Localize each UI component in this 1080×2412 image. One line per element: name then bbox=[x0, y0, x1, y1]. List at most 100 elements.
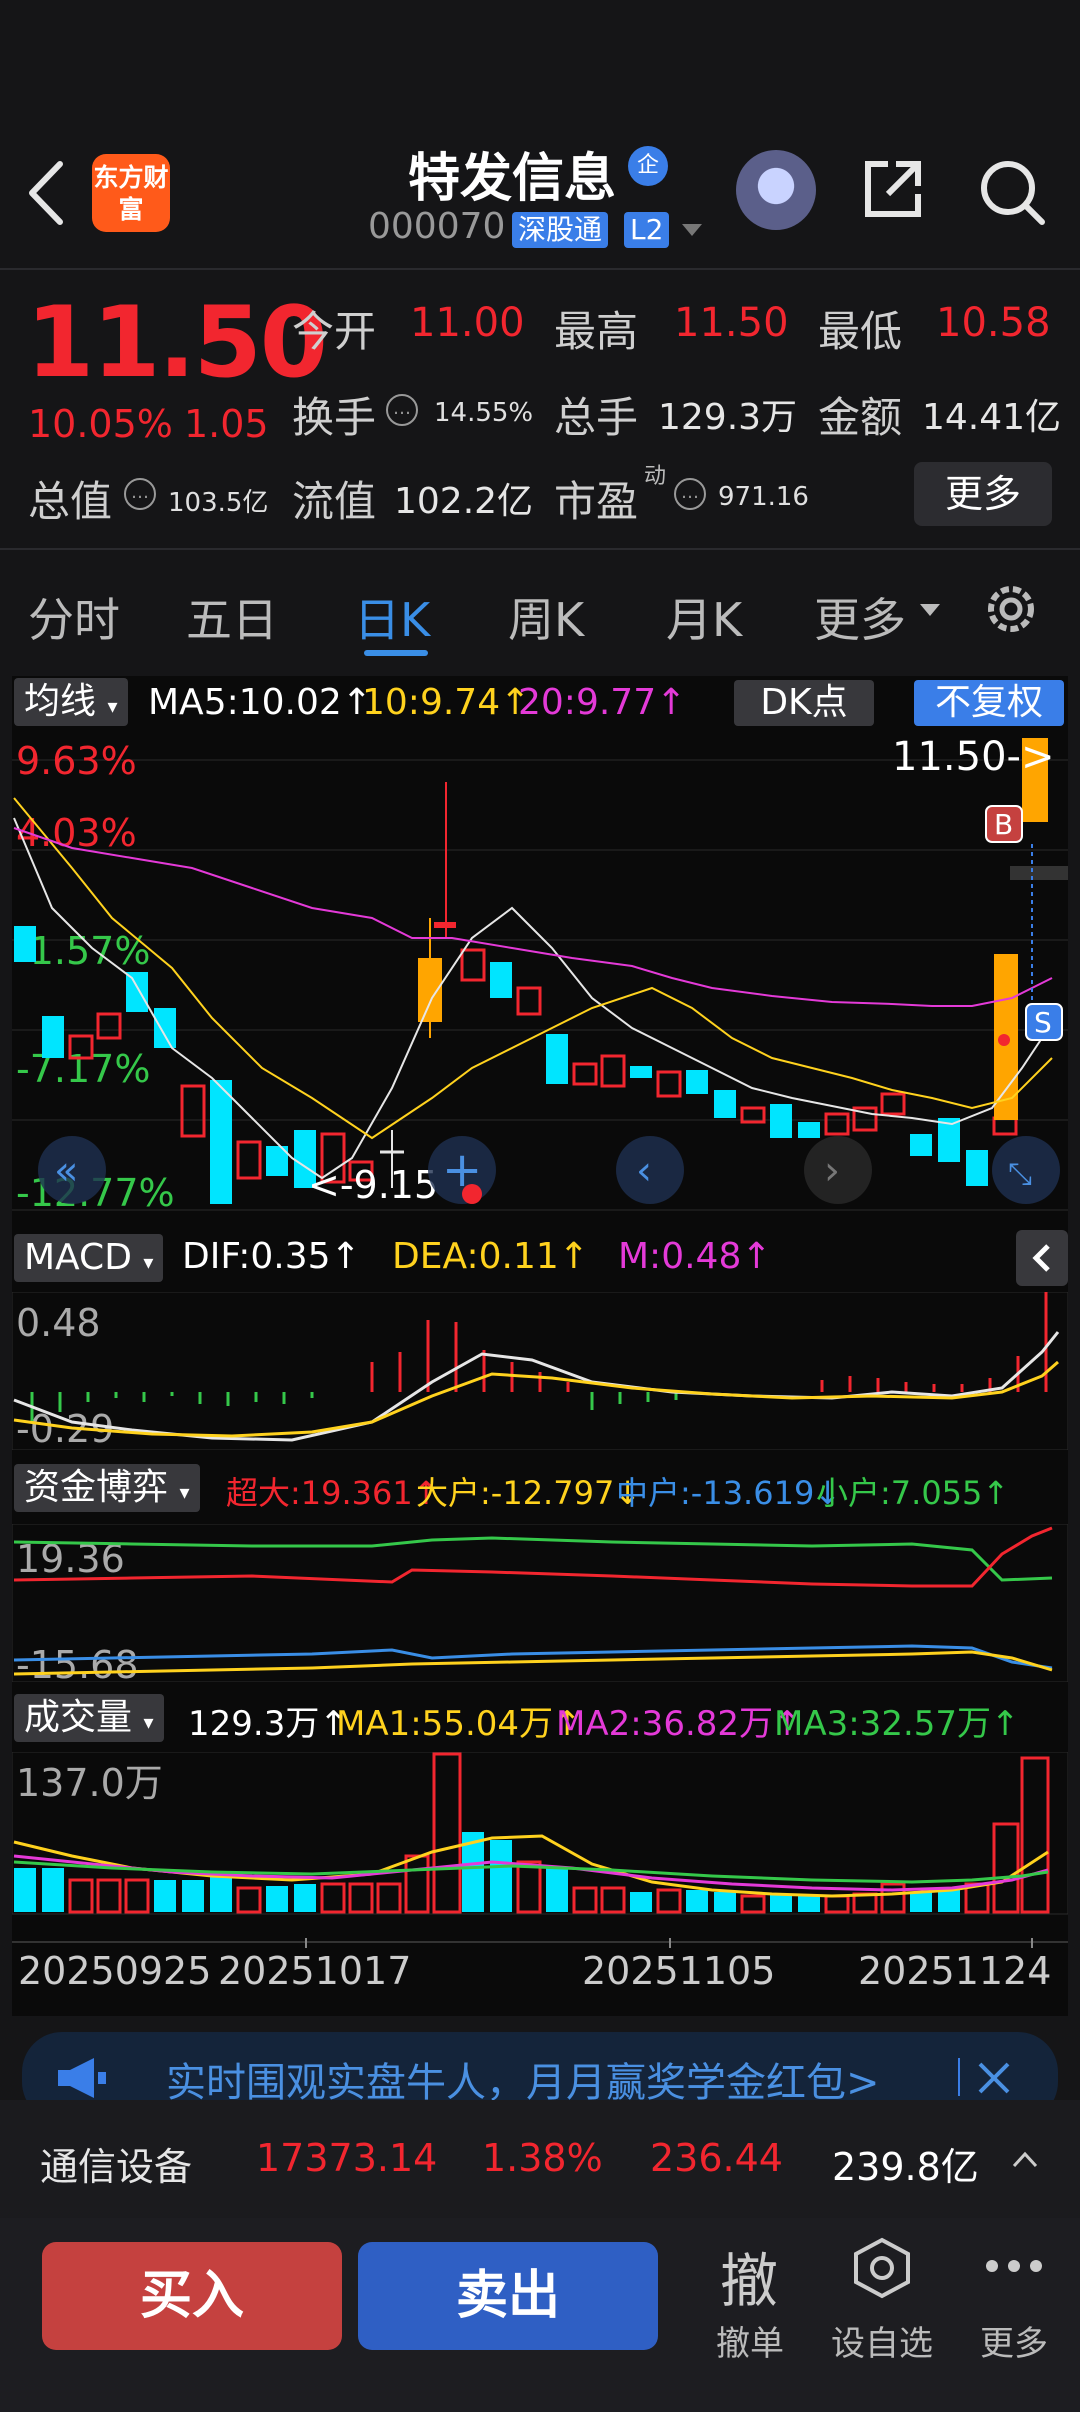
tab-monthly-k[interactable]: 月K bbox=[666, 584, 742, 650]
kline-chart[interactable]: 9.63% 4.03% -1.57% -7.17% -12.77% bbox=[12, 738, 1068, 1218]
svg-text:‹: ‹ bbox=[636, 1148, 652, 1194]
megaphone-icon bbox=[58, 2058, 106, 2098]
current-price: 11.50 bbox=[26, 286, 328, 400]
low-value: 10.58 bbox=[936, 300, 1051, 346]
pct-label-4: -7.17% bbox=[16, 1047, 150, 1091]
industry-change: 236.44 bbox=[650, 2136, 783, 2180]
volume-selector[interactable]: 成交量 ▾ bbox=[14, 1694, 164, 1742]
info-icon[interactable]: … bbox=[386, 394, 418, 426]
float-label: 流值 bbox=[292, 477, 377, 526]
back-icon[interactable] bbox=[26, 158, 66, 228]
connect-badge: 深股通 bbox=[512, 212, 609, 248]
float-value: 102.2亿 bbox=[394, 481, 534, 522]
pe-superscript: 动 bbox=[644, 464, 667, 489]
amount-label: 金额 bbox=[818, 393, 903, 442]
robot-avatar[interactable] bbox=[736, 150, 816, 230]
capital-chart[interactable]: 19.36 -15.68 bbox=[12, 1524, 1068, 1682]
candles bbox=[14, 738, 1068, 1204]
chevron-down-icon[interactable] bbox=[680, 218, 704, 242]
volume-ma2: MA2:36.82万↑ bbox=[556, 1704, 802, 1744]
sell-button[interactable]: 卖出 bbox=[358, 2242, 658, 2350]
amount-value: 14.41亿 bbox=[922, 397, 1062, 438]
more-button[interactable]: 更多 bbox=[914, 462, 1052, 526]
tab-intraday[interactable]: 分时 bbox=[28, 584, 120, 650]
ma10-value: 10:9.74↑ bbox=[362, 682, 531, 723]
cancel-order-label[interactable]: 撤单 bbox=[690, 2316, 810, 2365]
pe-value: 971.16 bbox=[718, 482, 809, 512]
sell-marker: S bbox=[1034, 1006, 1052, 1039]
industry-pct: 1.38% bbox=[482, 2136, 603, 2180]
volume-value: 129.3万 bbox=[658, 397, 798, 438]
tab-more[interactable]: 更多 bbox=[814, 584, 906, 650]
svg-text:«: « bbox=[54, 1148, 78, 1194]
dk-point-button[interactable]: DK点 bbox=[734, 680, 874, 726]
capital-selector[interactable]: 资金博弈 ▾ bbox=[14, 1464, 200, 1512]
high-value: 11.50 bbox=[674, 300, 789, 346]
buy-button[interactable]: 买入 bbox=[42, 2242, 342, 2350]
tab-five-day[interactable]: 五日 bbox=[186, 584, 278, 650]
app-logo[interactable]: 东方财富 bbox=[92, 154, 170, 232]
open-value: 11.00 bbox=[410, 300, 525, 346]
tab-weekly-k[interactable]: 周K bbox=[508, 584, 584, 650]
macd-selector[interactable]: MACD ▾ bbox=[14, 1234, 164, 1282]
industry-amount: 239.8亿 bbox=[832, 2145, 979, 2189]
turnover-label: 换手 bbox=[292, 393, 377, 442]
hexagon-icon[interactable] bbox=[852, 2236, 912, 2300]
adjust-toggle-button[interactable]: 不复权 bbox=[914, 680, 1064, 726]
chevron-left-icon bbox=[1032, 1244, 1050, 1272]
info-icon[interactable]: … bbox=[124, 478, 156, 510]
share-icon[interactable] bbox=[858, 154, 928, 224]
buy-marker: B bbox=[994, 808, 1013, 841]
capital-large: 大户:-12.797↓ bbox=[416, 1474, 642, 1512]
latest-price-label: 11.50-> bbox=[892, 738, 1054, 780]
low-label: 最低 bbox=[818, 307, 903, 356]
divider bbox=[0, 268, 1080, 270]
gear-icon[interactable] bbox=[980, 578, 1042, 640]
stock-name: 特发信息 bbox=[408, 149, 617, 209]
mktcap-value: 103.5亿 bbox=[168, 488, 269, 518]
info-icon[interactable]: … bbox=[674, 478, 706, 510]
more-label[interactable]: 更多 bbox=[954, 2316, 1074, 2365]
industry-index: 17373.14 bbox=[256, 2136, 438, 2180]
date-label-3: 20251105 bbox=[582, 1949, 775, 1993]
open-label: 今开 bbox=[292, 307, 377, 356]
collapse-panel-button[interactable] bbox=[1016, 1230, 1068, 1286]
add-watchlist-label[interactable]: 设自选 bbox=[822, 2316, 942, 2365]
stock-code: 000070 bbox=[368, 206, 506, 247]
change-amount: 1.05 bbox=[184, 402, 269, 446]
divider bbox=[0, 548, 1080, 550]
volume-label: 总手 bbox=[554, 393, 639, 442]
more-dots-icon[interactable] bbox=[984, 2256, 1044, 2276]
macd-chart[interactable]: 0.48 -0.29 bbox=[12, 1292, 1068, 1450]
turnover-value: 14.55% bbox=[434, 398, 534, 428]
svg-text:›: › bbox=[824, 1148, 840, 1194]
close-icon[interactable] bbox=[976, 2060, 1012, 2096]
date-label-2: 20251017 bbox=[218, 1949, 411, 1993]
pct-label-1: 9.63% bbox=[16, 739, 137, 783]
svg-text:⤡: ⤡ bbox=[1008, 1157, 1032, 1192]
chevron-up-icon[interactable] bbox=[1010, 2144, 1040, 2174]
search-icon[interactable] bbox=[976, 156, 1048, 228]
enterprise-badge: 企 bbox=[628, 146, 668, 186]
volume-ma1: MA1:55.04万↑ bbox=[336, 1704, 582, 1744]
volume-chart[interactable]: 137.0万 20250925 20251017 20251105 202511… bbox=[12, 1752, 1068, 2014]
caret-down-icon bbox=[920, 604, 940, 616]
macd-dif: DIF:0.35↑ bbox=[182, 1236, 361, 1277]
date-label-4: 20251124 bbox=[858, 1949, 1051, 1993]
tab-daily-k[interactable]: 日K bbox=[354, 584, 430, 650]
level2-badge: L2 bbox=[624, 212, 670, 248]
volume-ma3: MA3:32.57万↑ bbox=[774, 1704, 1020, 1744]
macd-dea: DEA:0.11↑ bbox=[392, 1236, 589, 1277]
capital-small: 小户:7.055↑ bbox=[816, 1474, 1010, 1512]
pe-label: 市盈 bbox=[554, 477, 639, 526]
ma5-value: MA5:10.02↑ bbox=[148, 682, 372, 723]
volume-top-label: 137.0万 bbox=[16, 1761, 163, 1805]
tab-underline bbox=[364, 650, 428, 656]
capital-bottom-label: -15.68 bbox=[16, 1643, 139, 1682]
ma20-value: 20:9.77↑ bbox=[518, 682, 687, 723]
ma-selector[interactable]: 均线 ▾ bbox=[14, 678, 128, 726]
industry-name: 通信设备 bbox=[40, 2145, 193, 2189]
cancel-order-icon[interactable]: 撤 bbox=[720, 2234, 778, 2318]
high-label: 最高 bbox=[554, 307, 639, 356]
capital-mid: 中户:-13.619↓ bbox=[616, 1474, 842, 1512]
